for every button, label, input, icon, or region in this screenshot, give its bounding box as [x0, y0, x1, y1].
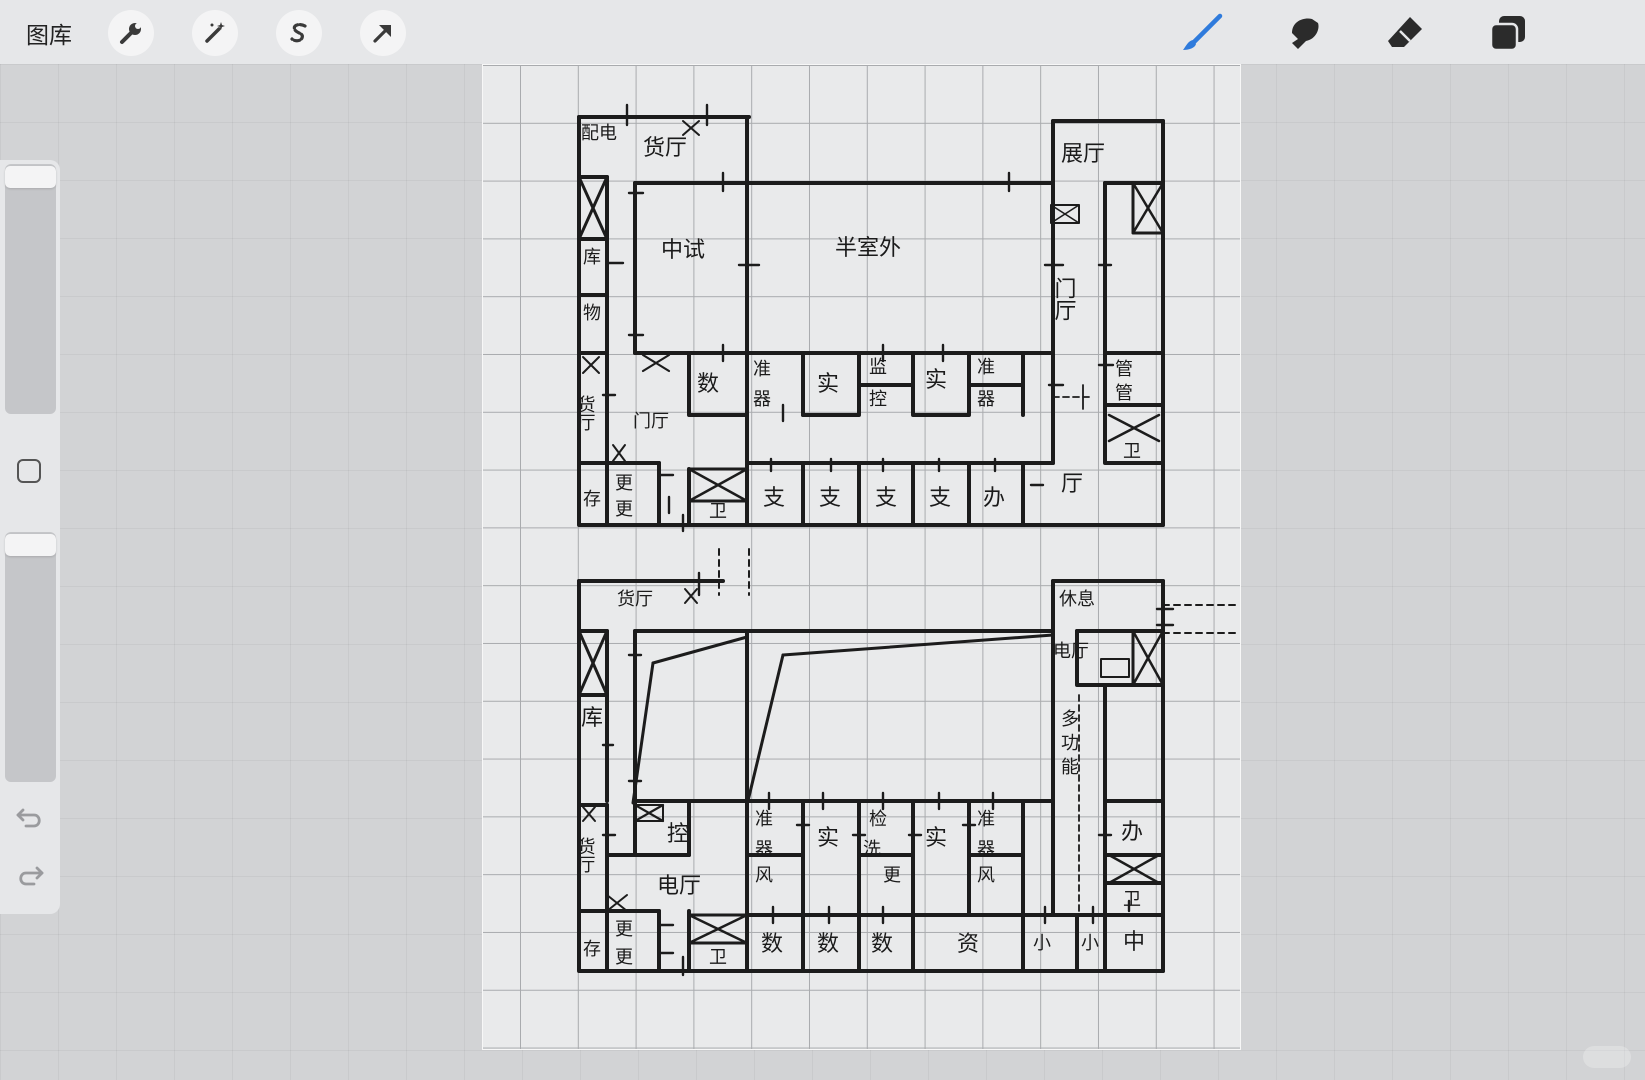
brush-icon — [1183, 13, 1223, 50]
eraser-icon — [1388, 17, 1422, 47]
label-prep-1: 准 — [753, 359, 771, 380]
label-multi-2: 功 — [1061, 733, 1079, 754]
layers-icon — [1489, 16, 1525, 52]
label-warehouse-bottom: 库 — [581, 706, 603, 731]
label-data-3: 数 — [871, 932, 893, 957]
label-prep-2: 准 — [977, 357, 995, 378]
floor-plan-bottom: 货厅 库 休息 电厅 多 功 能 货厅 控 电厅 准 器 风 实 检 洗 更 实… — [575, 571, 1175, 977]
label-cargo-hall-left: 货厅 — [575, 395, 596, 431]
undo-button[interactable] — [14, 802, 46, 832]
selection-s-icon — [290, 23, 307, 43]
label-toilet-left-bottom: 卫 — [709, 947, 727, 968]
redo-button[interactable] — [14, 860, 46, 890]
label-toilet-right-bottom: 卫 — [1123, 889, 1141, 910]
opacity-thumb[interactable] — [5, 534, 56, 556]
label-multi-3: 能 — [1061, 757, 1079, 778]
label-prep-1-bottom: 准 — [755, 809, 773, 830]
label-class-2: 支 — [819, 486, 841, 511]
label-lab-1-bottom: 实 — [817, 826, 839, 851]
label-control: 控 — [869, 389, 887, 410]
label-class-4: 支 — [929, 486, 951, 511]
label-cargo-hall: 货厅 — [643, 136, 687, 161]
label-rest: 休息 — [1059, 589, 1095, 610]
label-class-1: 支 — [763, 486, 785, 511]
redo-icon — [19, 866, 44, 886]
label-office-bottom: 办 — [1121, 820, 1143, 845]
left-sidebar — [0, 160, 60, 914]
selection-button[interactable] — [276, 10, 322, 56]
label-small-1: 小 — [1033, 933, 1051, 954]
label-lab-1: 实 — [817, 372, 839, 397]
watermark-badge — [1583, 1046, 1631, 1068]
label-fan-2: 风 — [977, 865, 995, 886]
label-change-1: 更 — [615, 473, 633, 494]
label-fan-1: 风 — [755, 865, 773, 886]
label-instr-1-bottom: 器 — [755, 839, 773, 860]
label-gate-hall-right: 门厅 — [1051, 277, 1077, 321]
label-hall: 厅 — [1061, 472, 1083, 497]
label-control-bottom: 控 — [667, 822, 689, 847]
drawing-canvas[interactable]: 配电 货厅 库 物 中试 半室外 展厅 门厅 门厅 货厅 数 准 器 实 监 控 — [482, 64, 1241, 1050]
label-elec-hall: 电厅 — [657, 874, 701, 899]
label-goods: 物 — [583, 303, 601, 324]
label-cargo-hall-bottom: 货厅 — [617, 589, 653, 610]
label-instr-1: 器 — [753, 389, 771, 410]
modify-button[interactable] — [17, 459, 41, 483]
transform-button[interactable] — [360, 10, 406, 56]
label-change-1-bottom: 更 — [615, 919, 633, 940]
label-multi-1: 多 — [1061, 709, 1079, 730]
brush-size-slider[interactable] — [5, 164, 56, 414]
brush-tool-button[interactable] — [1178, 10, 1226, 56]
label-class-3: 支 — [875, 486, 897, 511]
label-semi-outdoor: 半室外 — [835, 236, 901, 261]
label-power: 配电 — [581, 123, 617, 144]
label-change-2-bottom: 更 — [615, 947, 633, 968]
eraser-tool-button[interactable] — [1382, 10, 1430, 56]
label-lab-2: 实 — [925, 368, 947, 393]
brush-size-thumb[interactable] — [5, 166, 56, 188]
magic-wand-icon — [205, 22, 225, 43]
smudge-tool-button[interactable] — [1280, 10, 1328, 56]
wrench-icon — [120, 23, 141, 44]
opacity-slider[interactable] — [5, 532, 56, 782]
floor-plan-top: 配电 货厅 库 物 中试 半室外 展厅 门厅 门厅 货厅 数 准 器 实 监 控 — [575, 103, 1165, 533]
floor-plan-drawing: 配电 货厅 库 物 中试 半室外 展厅 门厅 门厅 货厅 数 准 器 实 监 控 — [575, 103, 1236, 977]
label-mid-test: 中试 — [661, 238, 705, 263]
gallery-button[interactable]: 图库 — [26, 16, 72, 50]
label-office: 办 — [983, 486, 1005, 511]
label-resource: 资 — [957, 932, 979, 957]
label-data-1: 数 — [761, 932, 783, 957]
adjustments-wand-button[interactable] — [192, 10, 238, 56]
label-gate-hall-mid: 门厅 — [633, 411, 669, 432]
label-toilet-left: 卫 — [709, 501, 727, 522]
label-toilet-right: 卫 — [1123, 441, 1141, 462]
label-monitor: 监 — [869, 357, 887, 378]
label-store-bottom: 存 — [583, 939, 601, 960]
label-warehouse: 库 — [583, 247, 601, 268]
label-prep-2-bottom: 准 — [977, 809, 995, 830]
layers-button[interactable] — [1484, 10, 1532, 56]
label-change-2: 更 — [615, 499, 633, 520]
label-medium: 中 — [1123, 930, 1145, 955]
label-exhibition: 展厅 — [1061, 142, 1105, 167]
label-change-mid: 更 — [883, 865, 901, 886]
label-store: 存 — [583, 489, 601, 510]
label-small-2: 小 — [1081, 933, 1099, 954]
label-data: 数 — [697, 372, 719, 397]
label-elevator-hall: 电厅 — [1053, 641, 1089, 662]
label-detect: 检 — [869, 809, 887, 830]
label-instr-2: 器 — [977, 389, 995, 410]
label-manage-1: 管 — [1115, 359, 1133, 380]
smudge-icon — [1292, 18, 1319, 49]
undo-icon — [16, 808, 41, 828]
label-instr-2-bottom: 器 — [977, 839, 995, 860]
label-manage-2: 管 — [1115, 383, 1133, 404]
move-arrow-icon — [373, 25, 391, 43]
label-cargo-hall-left-bottom: 货厅 — [575, 837, 596, 873]
top-toolbar: 图库 — [0, 0, 1645, 65]
label-data-2: 数 — [817, 932, 839, 957]
actions-wrench-button[interactable] — [108, 10, 154, 56]
label-lab-2-bottom: 实 — [925, 826, 947, 851]
label-wash: 洗 — [863, 839, 881, 860]
